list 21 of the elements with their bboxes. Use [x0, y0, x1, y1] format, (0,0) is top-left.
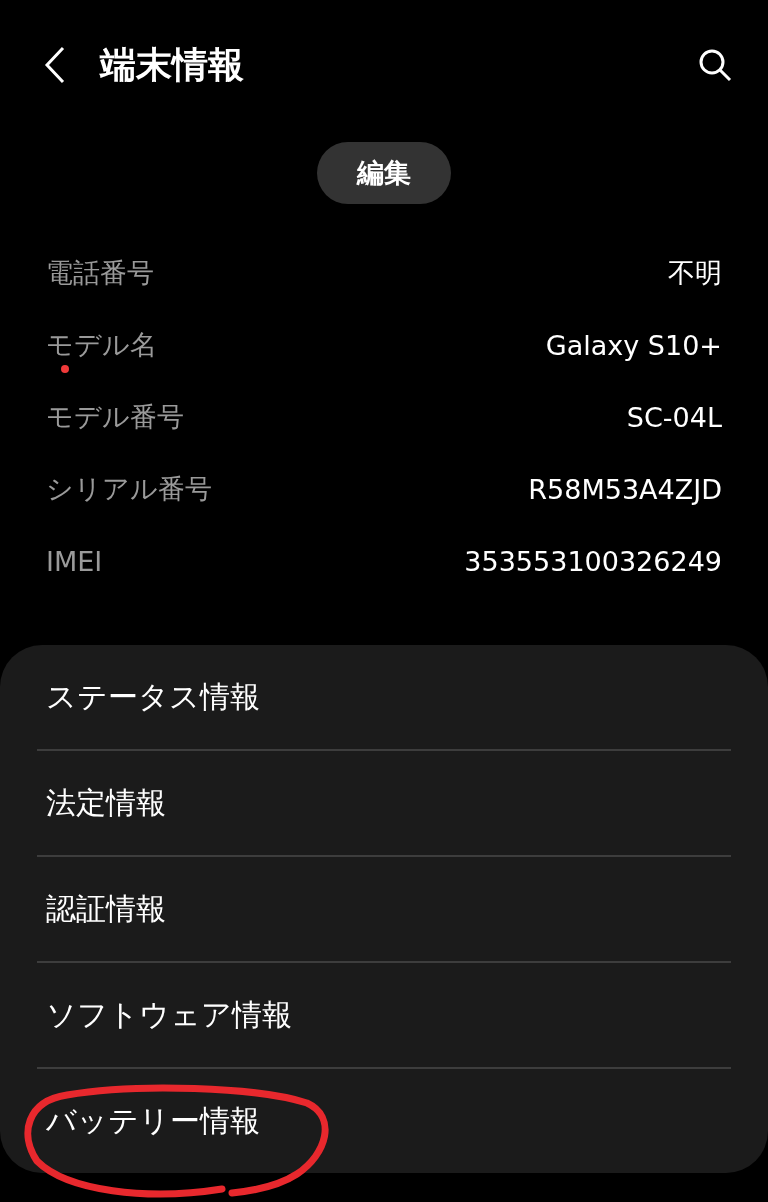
page-title: 端末情報 [100, 42, 245, 87]
search-button[interactable] [698, 48, 732, 82]
info-value: Galaxy S10+ [545, 329, 722, 361]
menu-item[interactable]: 法定情報 [46, 782, 166, 824]
info-label: モデル番号 [46, 400, 184, 434]
menu-item[interactable]: ステータス情報 [46, 676, 260, 718]
info-label: 電話番号 [46, 256, 154, 290]
search-icon [698, 48, 732, 82]
info-value: R58M53A4ZJD [528, 473, 722, 505]
edit-button[interactable]: 編集 [317, 142, 451, 204]
back-icon [44, 46, 66, 84]
info-value: 353553100326249 [464, 545, 722, 577]
menu-item[interactable]: バッテリー情報 [46, 1100, 260, 1142]
info-label: モデル名 [46, 328, 157, 362]
menu-item[interactable]: 認証情報 [46, 888, 166, 930]
info-label: IMEI [46, 545, 103, 577]
info-value: SC-04L [626, 401, 722, 433]
menu-item[interactable]: ソフトウェア情報 [46, 994, 292, 1036]
info-value: 不明 [668, 256, 722, 290]
back-button[interactable] [44, 46, 66, 84]
info-label: シリアル番号 [46, 472, 212, 506]
